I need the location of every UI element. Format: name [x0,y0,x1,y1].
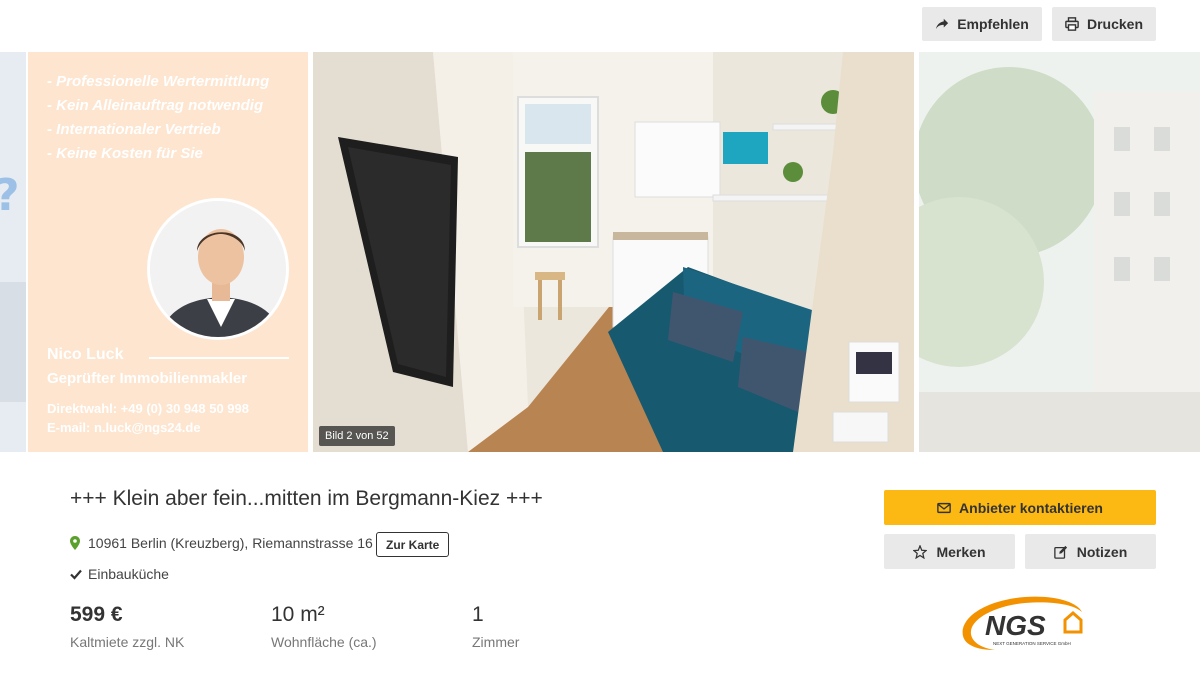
image-gallery[interactable]: ? - Professionelle Wertermittlung - Kein… [0,52,1200,452]
agent-title: Geprüfter Immobilienmakler [47,370,248,387]
checkmark-icon [70,569,82,580]
ngs-company-logo: NGS NEXT GENERATION SERVICE GmbH [962,596,1083,650]
agent-benefits-list: - Professionelle Wertermittlung - Kein A… [47,70,269,166]
gallery-previous-image[interactable]: ? [0,52,26,452]
contact-label: Anbieter kontaktieren [959,499,1103,516]
agent-portrait [147,198,289,340]
share-arrow-icon [936,18,949,30]
envelope-icon [937,502,951,513]
building-photo [919,52,1200,452]
notes-button[interactable]: Notizen [1025,534,1156,569]
rent-label: Kaltmiete zzgl. NK [70,634,185,650]
recommend-label: Empfehlen [957,16,1029,32]
gallery-next-image[interactable] [919,52,1200,452]
recommend-button[interactable]: Empfehlen [922,7,1042,41]
address-text: 10961 Berlin (Kreuzberg), Riemannstrasse… [88,535,373,551]
rooms-value: 1 [472,603,484,626]
area-value: 10 m² [271,603,325,626]
divider [149,357,289,359]
agent-email: E-mail: n.luck@ngs24.de [47,420,201,435]
star-icon [913,544,928,559]
benefit-item: - Professionelle Wertermittlung [47,73,270,90]
agent-ad-image: - Professionelle Wertermittlung - Kein A… [28,52,308,452]
benefit-item: - Internationaler Vertrieb [47,121,221,138]
benefit-item: - Keine Kosten für Sie [47,145,203,162]
listing-title: +++ Klein aber fein...mitten im Bergmann… [70,487,543,510]
apartment-photo [313,52,914,452]
feature-label: Einbauküche [88,566,169,582]
print-label: Drucken [1086,16,1144,32]
gallery-current-image[interactable]: Bild 2 von 52 [313,52,914,452]
print-button[interactable]: Drucken [1052,7,1156,41]
svg-text:NEXT GENERATION SERVICE GmbH: NEXT GENERATION SERVICE GmbH [993,641,1071,646]
edit-note-icon [1053,545,1067,559]
image-fragment [0,282,26,402]
save-label: Merken [936,543,986,560]
agent-phone: Direktwahl: +49 (0) 30 948 50 998 [47,401,249,416]
image-counter: Bild 2 von 52 [319,426,395,446]
printer-icon [1065,17,1079,31]
area-label: Wohnfläche (ca.) [271,634,377,650]
stat-rooms: 1 Zimmer [472,603,519,650]
feature-item: Einbauküche [70,566,169,582]
rooms-label: Zimmer [472,634,520,650]
agent-name: Nico Luck [47,346,124,363]
contact-provider-button[interactable]: Anbieter kontaktieren [884,490,1156,525]
show-map-button[interactable]: Zur Karte [376,532,450,557]
benefit-item: - Kein Alleinauftrag notwendig [47,97,264,114]
location-pin-icon [70,536,80,550]
stat-rent: 599 € Kaltmiete zzgl. NK [70,603,184,650]
listing-address: 10961 Berlin (Kreuzberg), Riemannstrasse… [70,535,373,551]
stat-area: 10 m² Wohnfläche (ca.) [271,603,377,650]
save-button[interactable]: Merken [884,534,1015,569]
rent-value: 599 € [70,603,123,626]
svg-text:NGS: NGS [985,610,1046,641]
notes-label: Notizen [1076,543,1128,560]
question-mark-graphic: ? [0,170,20,221]
